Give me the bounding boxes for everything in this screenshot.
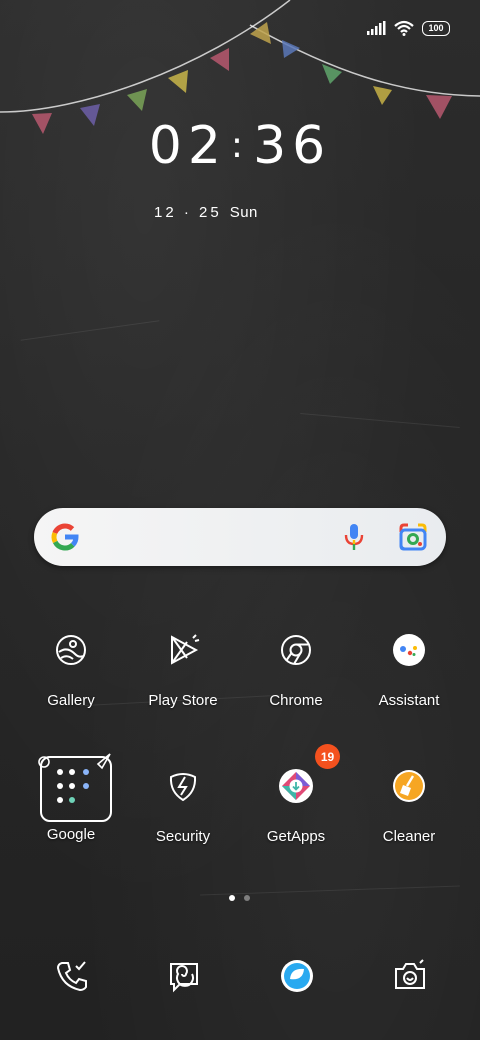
chalk-mark [300,413,460,428]
page-indicator[interactable] [229,895,250,901]
app-label: Cleaner [382,828,436,845]
page-dot-2[interactable] [244,895,250,901]
clock-hours: 02 [148,116,227,176]
date-widget[interactable]: 12 · 25 Sun [154,204,258,221]
lockscreen-clock[interactable]: 02:36 [0,116,480,176]
app-label: Security [155,828,211,845]
notification-badge: 19 [315,744,340,769]
battery-indicator: 100 [422,20,450,36]
status-bar: 100 [366,14,450,42]
app-label: Assistant [378,692,440,709]
getapps-icon: 19 [272,744,340,810]
folder-decoration-icon [38,753,111,770]
dock-phone[interactable] [52,956,92,996]
wifi-icon [394,20,414,36]
dock-camera[interactable] [390,956,430,996]
google-lens-icon[interactable] [398,522,428,552]
weekday: Sun [229,204,258,221]
app-gallery[interactable]: Gallery [16,626,126,709]
camera-icon [395,959,425,989]
clock-minutes: 36 [253,116,332,176]
google-search-bar[interactable] [34,508,446,566]
app-chrome[interactable]: Chrome [241,626,351,709]
date-text: 12 · 25 [154,204,222,221]
app-google-folder-label[interactable]: Google [16,826,126,843]
app-label: Play Store [148,692,218,709]
page-dot-1[interactable] [229,895,235,901]
app-label: Chrome [269,692,323,709]
cleaner-icon [385,762,433,810]
security-icon [159,762,207,810]
play-store-icon [159,626,207,674]
app-label: Google [46,826,96,843]
messages-icon [170,963,198,993]
app-play-store[interactable]: Play Store [128,626,238,709]
clock-separator: : [230,125,250,166]
gallery-icon [47,626,95,674]
dock-messages[interactable] [164,956,204,996]
phone-icon [56,961,87,992]
battery-level: 100 [428,22,444,33]
google-g-icon [51,523,79,551]
app-security[interactable]: Security [128,762,238,845]
app-getapps[interactable]: 19 GetApps [241,744,351,845]
signal-bars-icon [367,21,386,35]
chalk-mark [20,320,160,341]
app-cleaner[interactable]: Cleaner [354,762,464,845]
dock-browser[interactable] [277,956,317,996]
app-label: GetApps [266,828,326,845]
assistant-icon [385,626,433,674]
chrome-icon [272,626,320,674]
microphone-icon[interactable] [340,522,368,552]
app-label: Gallery [47,692,95,709]
app-assistant[interactable]: Assistant [354,626,464,709]
browser-icon [281,960,313,992]
